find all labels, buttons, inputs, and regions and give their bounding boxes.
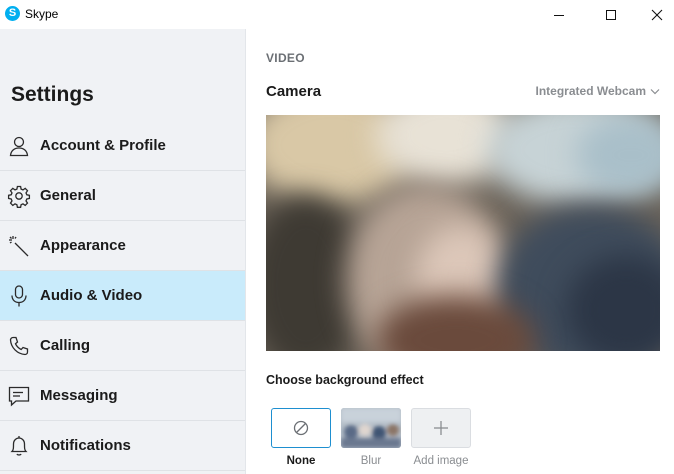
minimize-icon: [554, 14, 564, 16]
message-icon: [6, 383, 32, 409]
sidebar-item-label: Audio & Video: [40, 287, 143, 304]
effect-add-image[interactable]: Add image: [411, 408, 471, 467]
effect-none-thumbnail[interactable]: [271, 408, 331, 448]
gear-icon: [6, 183, 32, 209]
minimize-button[interactable]: [536, 0, 582, 29]
sidebar-item-general[interactable]: General: [0, 171, 245, 221]
effect-label: Blur: [360, 455, 382, 467]
sidebar-item-label: General: [40, 187, 96, 204]
sidebar-item-messaging[interactable]: Messaging: [0, 371, 245, 421]
skype-logo-icon: S: [5, 6, 20, 21]
blur-preview-image: [341, 408, 401, 448]
chevron-down-icon: [650, 88, 660, 94]
sidebar-item-label: Notifications: [40, 437, 131, 454]
background-effects: None Blur Add image: [271, 408, 481, 474]
sidebar-item-label: Messaging: [40, 387, 118, 404]
effect-label: Add image: [413, 455, 469, 467]
maximize-icon: [606, 9, 616, 20]
microphone-icon: [6, 283, 32, 309]
settings-heading: Settings: [11, 83, 94, 106]
settings-nav: Account & Profile General Appearance Aud…: [0, 121, 245, 471]
magic-wand-icon: [6, 233, 32, 259]
effect-none[interactable]: None: [271, 408, 331, 467]
camera-label: Camera: [266, 83, 322, 100]
background-effect-label: Choose background effect: [266, 373, 424, 387]
effect-blur-thumbnail[interactable]: [341, 408, 401, 448]
sidebar-item-appearance[interactable]: Appearance: [0, 221, 245, 271]
plus-icon: [434, 421, 448, 435]
sidebar-item-account-profile[interactable]: Account & Profile: [0, 121, 245, 171]
effect-blur[interactable]: Blur: [341, 408, 401, 467]
maximize-button[interactable]: [588, 0, 634, 29]
sidebar-item-audio-video[interactable]: Audio & Video: [0, 271, 245, 321]
title-bar: S Skype: [0, 0, 674, 29]
sidebar-item-label: Account & Profile: [40, 137, 166, 154]
settings-sidebar: Settings Account & Profile General Appea…: [0, 29, 246, 474]
window-title: Skype: [25, 7, 59, 21]
person-icon: [6, 133, 32, 159]
sidebar-item-calling[interactable]: Calling: [0, 321, 245, 371]
sidebar-item-notifications[interactable]: Notifications: [0, 421, 245, 471]
bell-icon: [6, 433, 32, 459]
camera-preview: [266, 115, 660, 351]
phone-icon: [6, 333, 32, 359]
close-button[interactable]: [634, 0, 674, 29]
settings-content: VIDEO Camera Integrated Webcam Choose ba…: [246, 29, 674, 474]
sidebar-item-label: Appearance: [40, 237, 126, 254]
no-symbol-icon: [293, 420, 309, 436]
sidebar-item-label: Calling: [40, 337, 91, 354]
camera-dropdown[interactable]: Integrated Webcam: [536, 84, 660, 98]
effect-add-image-thumbnail[interactable]: [411, 408, 471, 448]
close-icon: [651, 9, 663, 20]
camera-dropdown-value: Integrated Webcam: [535, 84, 646, 98]
effect-label: None: [286, 455, 316, 467]
section-heading: VIDEO: [266, 51, 305, 65]
